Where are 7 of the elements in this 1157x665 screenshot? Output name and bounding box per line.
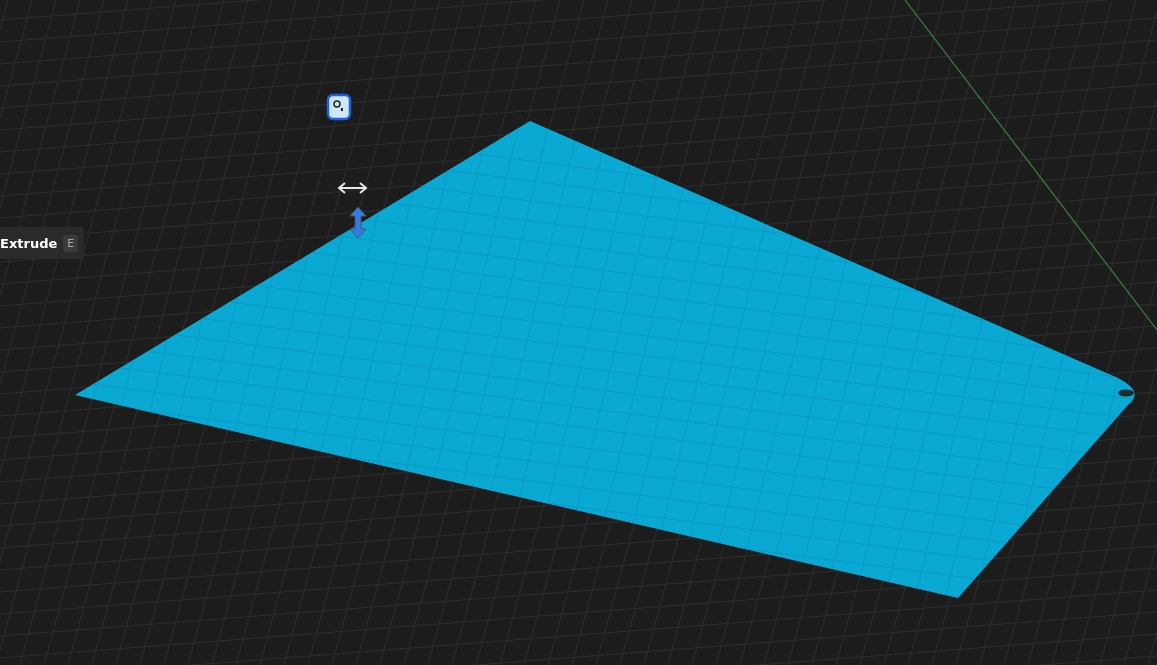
tooltip-label: Extrude [0,235,58,251]
shortcut-key: E [63,234,79,252]
handle-icon[interactable] [326,93,352,121]
point-marker[interactable] [1118,389,1134,397]
vertical-arrow-icon[interactable] [349,206,367,239]
horizontal-arrow-icon[interactable] [337,182,368,194]
plane-surface[interactable] [75,121,1135,598]
